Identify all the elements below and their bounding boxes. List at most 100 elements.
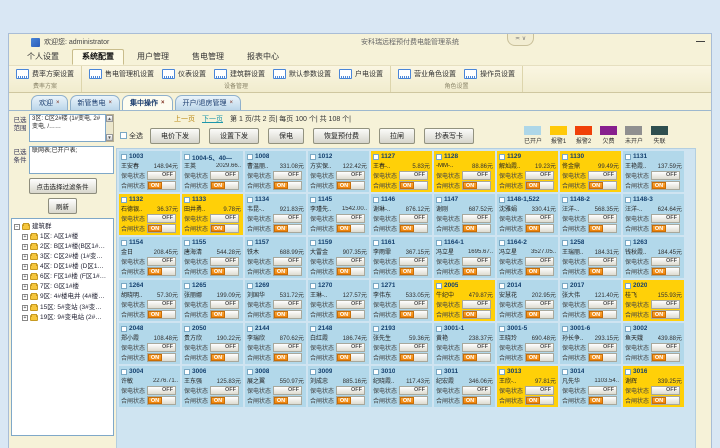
meter-card[interactable]: 1264胡晓明..57.30元保电状态OFF合闸状态ON — [119, 280, 180, 321]
card-checkbox[interactable] — [373, 154, 379, 160]
switch-toggle[interactable]: ON — [273, 181, 302, 190]
switch-toggle[interactable]: ON — [462, 181, 491, 190]
meter-card[interactable]: 2050贵方欣190.22元保电状态OFF合闸状态ON — [182, 323, 243, 364]
supply-toggle[interactable]: OFF — [525, 214, 554, 223]
expand-box-icon[interactable]: + — [22, 274, 28, 280]
next-page-link[interactable]: 下一页 — [202, 114, 223, 124]
supply-toggle[interactable]: OFF — [336, 386, 365, 395]
card-checkbox[interactable] — [184, 154, 190, 160]
meter-card[interactable]: 1157铁木688.99元保电状态OFF合闸状态ON — [245, 237, 306, 278]
switch-toggle[interactable]: ON — [399, 224, 428, 233]
card-checkbox[interactable] — [499, 240, 505, 246]
meter-card[interactable]: 2048郑小霞108.48元保电状态OFF合闸状态ON — [119, 323, 180, 364]
toolbar-button-保电[interactable]: 保电 — [268, 128, 304, 144]
selected-range-box[interactable]: 3区: C区2#楼 (1#变电, 2#变电, /…… — [29, 114, 106, 142]
card-checkbox[interactable] — [310, 154, 316, 160]
meter-card[interactable]: 1258王瑞丽..184.31元保电状态OFF合闸状态ON — [560, 237, 621, 278]
card-checkbox[interactable] — [247, 197, 253, 203]
tab-开户/退房管理[interactable]: 开户/退房管理× — [175, 95, 241, 110]
switch-toggle[interactable]: ON — [336, 181, 365, 190]
supply-toggle[interactable]: OFF — [588, 214, 617, 223]
switch-toggle[interactable]: ON — [210, 353, 239, 362]
card-checkbox[interactable] — [310, 369, 316, 375]
ribbon-button-营业角色设置[interactable]: 营业角色设置 — [394, 69, 460, 79]
ribbon-button-建筑群设置[interactable]: 建筑群设置 — [210, 69, 269, 79]
switch-toggle[interactable]: ON — [147, 267, 176, 276]
meter-card[interactable]: 1128-MM-..88.86元保电状态OFF合闸状态ON — [434, 151, 495, 192]
minimize-icon[interactable]: — — [696, 36, 705, 46]
supply-toggle[interactable]: OFF — [525, 386, 554, 395]
card-checkbox[interactable] — [247, 283, 253, 289]
meter-card[interactable]: 1164-1冯立星1695.67..保电状态OFF合闸状态ON — [434, 237, 495, 278]
switch-toggle[interactable]: ON — [588, 224, 617, 233]
supply-toggle[interactable]: OFF — [651, 257, 680, 266]
meter-card[interactable]: 1004-5、40—王英2029.66..保电状态OFF合闸状态ON — [182, 151, 243, 192]
meter-card[interactable]: 1147谢刚687.52元保电状态OFF合闸状态ON — [434, 194, 495, 235]
switch-toggle[interactable]: ON — [462, 396, 491, 405]
card-checkbox[interactable] — [625, 197, 631, 203]
meter-card[interactable]: 1008曹温丽..331.08元保电状态OFF合闸状态ON — [245, 151, 306, 192]
filter-select-button[interactable]: 点击选择过滤条件 — [29, 178, 97, 194]
expand-box-icon[interactable]: + — [22, 284, 28, 290]
switch-toggle[interactable]: ON — [588, 353, 617, 362]
switch-toggle[interactable]: ON — [147, 181, 176, 190]
supply-toggle[interactable]: OFF — [210, 257, 239, 266]
close-icon[interactable]: × — [161, 100, 165, 106]
meter-card[interactable]: 3001-1黄艳238.37元保电状态OFF合闸状态ON — [434, 323, 495, 364]
supply-toggle[interactable]: OFF — [588, 171, 617, 180]
supply-toggle[interactable]: OFF — [399, 300, 428, 309]
tree-item[interactable]: +6区: F区1#楼 (F区1#… — [14, 272, 111, 282]
expand-box-icon[interactable]: + — [22, 254, 28, 260]
card-checkbox[interactable] — [184, 240, 190, 246]
meter-card[interactable]: 2014安慧花202.95元保电状态OFF合闸状态ON — [497, 280, 558, 321]
card-checkbox[interactable] — [184, 326, 190, 332]
supply-toggle[interactable]: OFF — [336, 300, 365, 309]
meter-card[interactable]: 1003王安春148.94元保电状态OFF合闸状态ON — [119, 151, 180, 192]
switch-toggle[interactable]: ON — [336, 353, 365, 362]
ribbon-button-操作员设置[interactable]: 操作员设置 — [460, 69, 519, 79]
meter-card[interactable]: 3001-6孙长争..293.15元保电状态OFF合闸状态ON — [560, 323, 621, 364]
supply-toggle[interactable]: OFF — [336, 343, 365, 352]
expand-box-icon[interactable]: + — [22, 264, 28, 270]
meter-card[interactable]: 3001-5王晓玲690.48元保电状态OFF合闸状态ON — [497, 323, 558, 364]
switch-toggle[interactable]: ON — [336, 224, 365, 233]
card-checkbox[interactable] — [373, 369, 379, 375]
meter-card[interactable]: 1164-2冯立星3527.05..保电状态OFF合闸状态ON — [497, 237, 558, 278]
switch-toggle[interactable]: ON — [651, 267, 680, 276]
switch-toggle[interactable]: ON — [336, 310, 365, 319]
tree-root[interactable]: − 建筑群 — [14, 222, 111, 232]
card-checkbox[interactable] — [310, 283, 316, 289]
ribbon-button-仪表设置[interactable]: 仪表设置 — [158, 69, 210, 79]
card-checkbox[interactable] — [499, 283, 505, 289]
toolbar-button-恢复预付费[interactable]: 恢复预付费 — [313, 128, 370, 144]
card-checkbox[interactable] — [562, 369, 568, 375]
supply-toggle[interactable]: OFF — [399, 171, 428, 180]
switch-toggle[interactable]: ON — [651, 396, 680, 405]
switch-toggle[interactable]: ON — [525, 267, 554, 276]
tree-item[interactable]: +3区: C区2#楼 (1#变… — [14, 252, 111, 262]
meter-card[interactable]: 1270王琳-..127.57元保电状态OFF合闸状态ON — [308, 280, 369, 321]
card-checkbox[interactable] — [436, 283, 442, 289]
supply-toggle[interactable]: OFF — [525, 300, 554, 309]
tab-集中操作[interactable]: 集中操作× — [122, 95, 173, 110]
card-checkbox[interactable] — [562, 154, 568, 160]
card-checkbox[interactable] — [121, 369, 127, 375]
card-checkbox[interactable] — [373, 240, 379, 246]
close-icon[interactable]: × — [56, 100, 60, 106]
meter-card[interactable]: 1159大雷金907.35元保电状态OFF合闸状态ON — [308, 237, 369, 278]
meter-card[interactable]: 2020桂飞155.93元保电状态OFF合闸状态ON — [623, 280, 684, 321]
tree-item[interactable]: +9区: 4#楼电井 (4#楼… — [14, 292, 111, 302]
meter-card[interactable]: 1263钱秋霞..184.45元保电状态OFF合闸状态ON — [623, 237, 684, 278]
switch-toggle[interactable]: ON — [147, 353, 176, 362]
card-checkbox[interactable] — [625, 240, 631, 246]
card-checkbox[interactable] — [310, 240, 316, 246]
switch-toggle[interactable]: ON — [525, 181, 554, 190]
card-checkbox[interactable] — [310, 197, 316, 203]
tree-item[interactable]: +4区: D区1#楼 (D区1… — [14, 262, 111, 272]
collapse-box-icon[interactable]: − — [14, 224, 20, 230]
card-checkbox[interactable] — [373, 283, 379, 289]
card-checkbox[interactable] — [436, 240, 442, 246]
expand-box-icon[interactable]: + — [22, 244, 28, 250]
meter-card[interactable]: 1129解灿霞..19.23元保电状态OFF合闸状态ON — [497, 151, 558, 192]
supply-toggle[interactable]: OFF — [147, 257, 176, 266]
